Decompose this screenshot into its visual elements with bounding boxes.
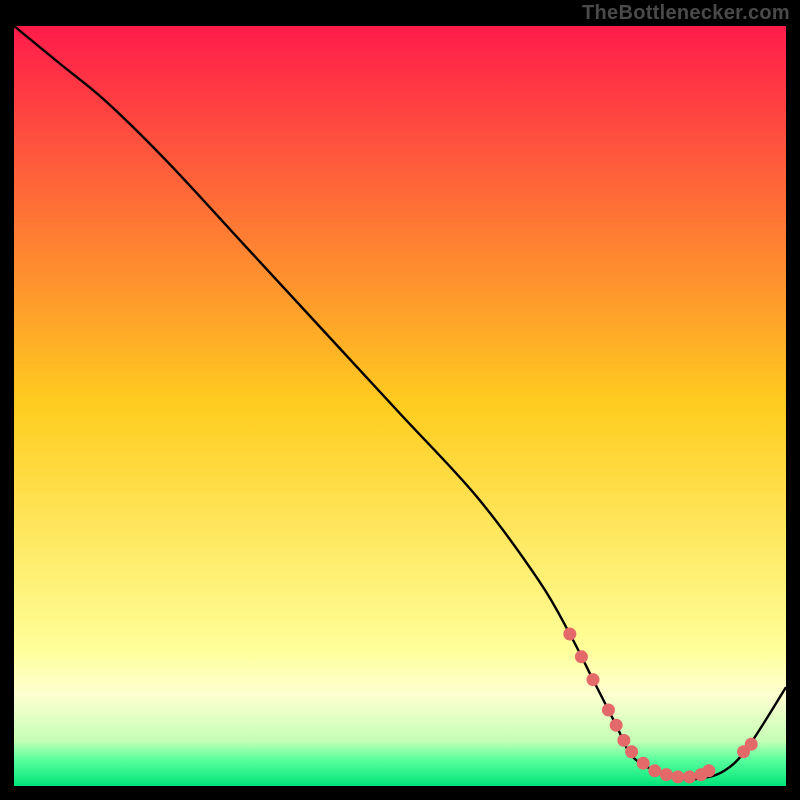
plot-area <box>14 26 786 786</box>
highlight-dot <box>648 764 661 777</box>
highlight-dot <box>745 738 758 751</box>
highlight-dot <box>683 770 696 783</box>
highlight-dot <box>625 745 638 758</box>
highlight-dot <box>563 628 576 641</box>
gradient-background <box>14 26 786 786</box>
highlight-dot <box>637 757 650 770</box>
highlight-dot <box>602 704 615 717</box>
highlight-dot <box>660 768 673 781</box>
highlight-dot <box>702 764 715 777</box>
highlight-dot <box>587 673 600 686</box>
attribution-label: TheBottlenecker.com <box>582 2 790 25</box>
highlight-dot <box>617 734 630 747</box>
highlight-dot <box>610 719 623 732</box>
highlight-dot <box>575 650 588 663</box>
bottleneck-chart <box>14 26 786 786</box>
highlight-dot <box>671 770 684 783</box>
chart-container: TheBottlenecker.com <box>0 0 800 800</box>
